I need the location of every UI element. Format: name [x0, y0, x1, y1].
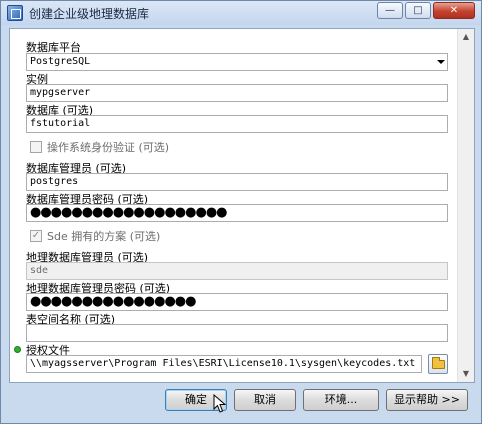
show-help-button[interactable]: 显示帮助 >> [386, 389, 468, 411]
db-admin-input[interactable]: postgres [26, 173, 448, 191]
environments-button[interactable]: 环境... [303, 389, 379, 411]
sde-schema-checkbox: ✓ [30, 230, 42, 242]
sde-schema-row: ✓ Sde 拥有的方案 (可选) [30, 228, 160, 244]
os-auth-checkbox[interactable] [30, 141, 42, 153]
window-controls: — □ ✕ [377, 2, 475, 19]
database-input[interactable]: fstutorial [26, 115, 448, 133]
dialog-window: 创建企业级地理数据库 — □ ✕ 数据库平台 PostgreSQL 实例 myp… [0, 0, 482, 424]
gdb-admin-input: sde [26, 262, 448, 280]
minimize-button[interactable]: — [377, 2, 403, 19]
cancel-button[interactable]: 取消 [234, 389, 296, 411]
platform-select[interactable]: PostgreSQL [26, 53, 448, 71]
browse-button[interactable] [428, 354, 448, 374]
os-auth-label: 操作系统身份验证 (可选) [47, 141, 170, 154]
scroll-down-icon[interactable]: ▼ [458, 366, 474, 382]
sde-schema-label: Sde 拥有的方案 (可选) [47, 230, 161, 243]
maximize-button[interactable]: □ [405, 2, 431, 19]
os-auth-row[interactable]: 操作系统身份验证 (可选) [30, 139, 169, 155]
dialog-buttons: 确定 取消 环境... 显示帮助 >> [1, 389, 481, 413]
parameters-panel: 数据库平台 PostgreSQL 实例 mypgserver 数据库 (可选) … [9, 28, 475, 383]
instance-input[interactable]: mypgserver [26, 84, 448, 102]
window-title: 创建企业级地理数据库 [29, 7, 150, 21]
scroll-up-icon[interactable]: ▲ [458, 29, 474, 45]
vertical-scrollbar[interactable]: ▲ ▼ [457, 29, 474, 382]
db-admin-password-input[interactable]: ●●●●●●●●●●●●●●●●●●● [26, 204, 448, 222]
tablespace-input[interactable] [26, 324, 448, 342]
tool-icon [7, 5, 23, 21]
close-button[interactable]: ✕ [433, 2, 475, 19]
platform-value: PostgreSQL [30, 56, 91, 67]
gdb-admin-password-input[interactable]: ●●●●●●●●●●●●●●●● [26, 293, 448, 311]
auth-file-input[interactable]: \\myagsserver\Program Files\ESRI\License… [26, 355, 422, 373]
mouse-cursor-icon [213, 394, 227, 413]
folder-open-icon [432, 357, 445, 369]
title-bar[interactable]: 创建企业级地理数据库 — □ ✕ [1, 1, 481, 25]
chevron-down-icon[interactable] [437, 60, 445, 64]
required-indicator-icon [14, 346, 21, 353]
